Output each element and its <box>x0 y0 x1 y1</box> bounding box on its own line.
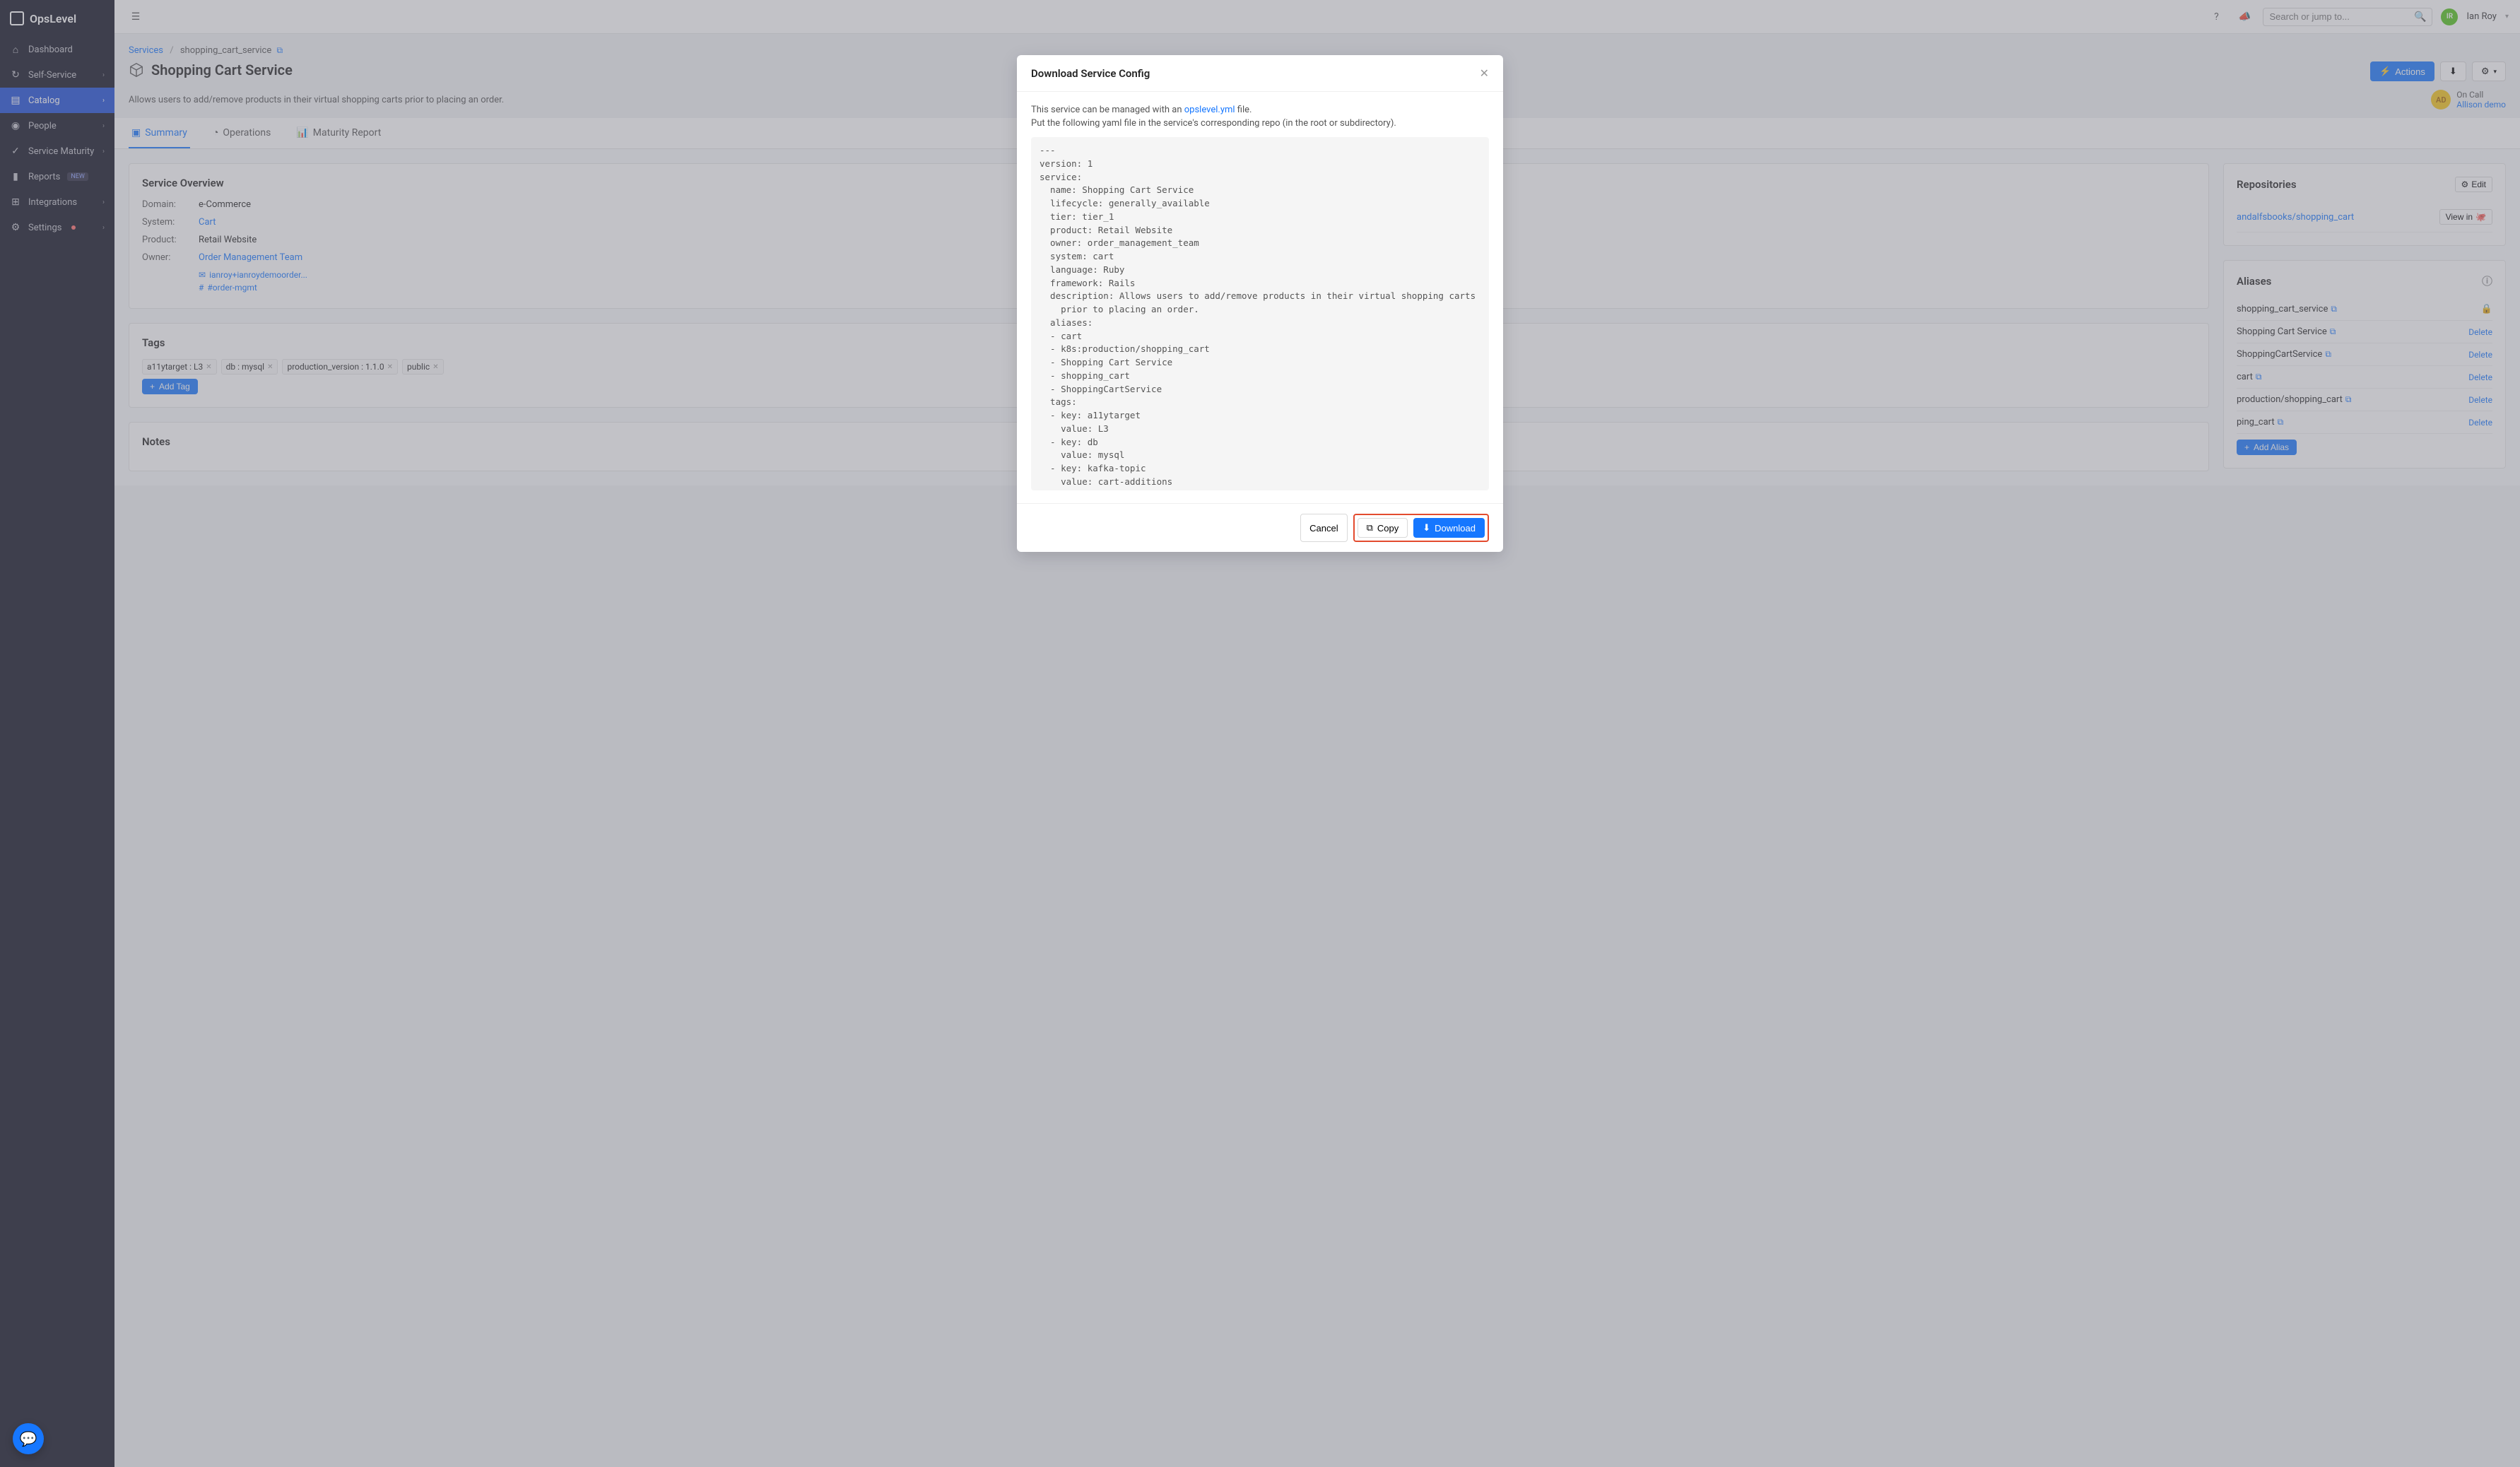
cancel-label: Cancel <box>1309 523 1338 534</box>
modal-title: Download Service Config <box>1031 67 1150 80</box>
copy-button[interactable]: ⧉ Copy <box>1358 518 1408 538</box>
modal-intro-1-suffix: file. <box>1235 105 1252 115</box>
modal-overlay[interactable]: Download Service Config ✕ This service c… <box>0 0 2520 1467</box>
cancel-button[interactable]: Cancel <box>1300 514 1347 542</box>
modal-intro-2: Put the following yaml file in the servi… <box>1031 118 1489 129</box>
modal-footer: Cancel ⧉ Copy ⬇ Download <box>1017 503 1503 552</box>
copy-label: Copy <box>1377 523 1399 534</box>
download-label: Download <box>1435 523 1476 534</box>
chat-icon: 💬 <box>20 1430 37 1447</box>
intercom-chat-button[interactable]: 💬 <box>13 1423 44 1454</box>
modal-body: This service can be managed with an opsl… <box>1017 92 1503 503</box>
close-icon[interactable]: ✕ <box>1480 66 1489 80</box>
download-config-modal: Download Service Config ✕ This service c… <box>1017 55 1503 552</box>
opslevel-yml-link[interactable]: opslevel.yml <box>1184 105 1235 115</box>
modal-header: Download Service Config ✕ <box>1017 55 1503 92</box>
modal-intro-1: This service can be managed with an <box>1031 105 1184 115</box>
highlighted-actions: ⧉ Copy ⬇ Download <box>1353 514 1489 542</box>
download-config-button[interactable]: ⬇ Download <box>1413 518 1485 538</box>
copy-icon: ⧉ <box>1367 522 1373 534</box>
yaml-code-block[interactable]: --- version: 1 service: name: Shopping C… <box>1031 137 1489 490</box>
download-icon: ⬇ <box>1423 522 1430 534</box>
